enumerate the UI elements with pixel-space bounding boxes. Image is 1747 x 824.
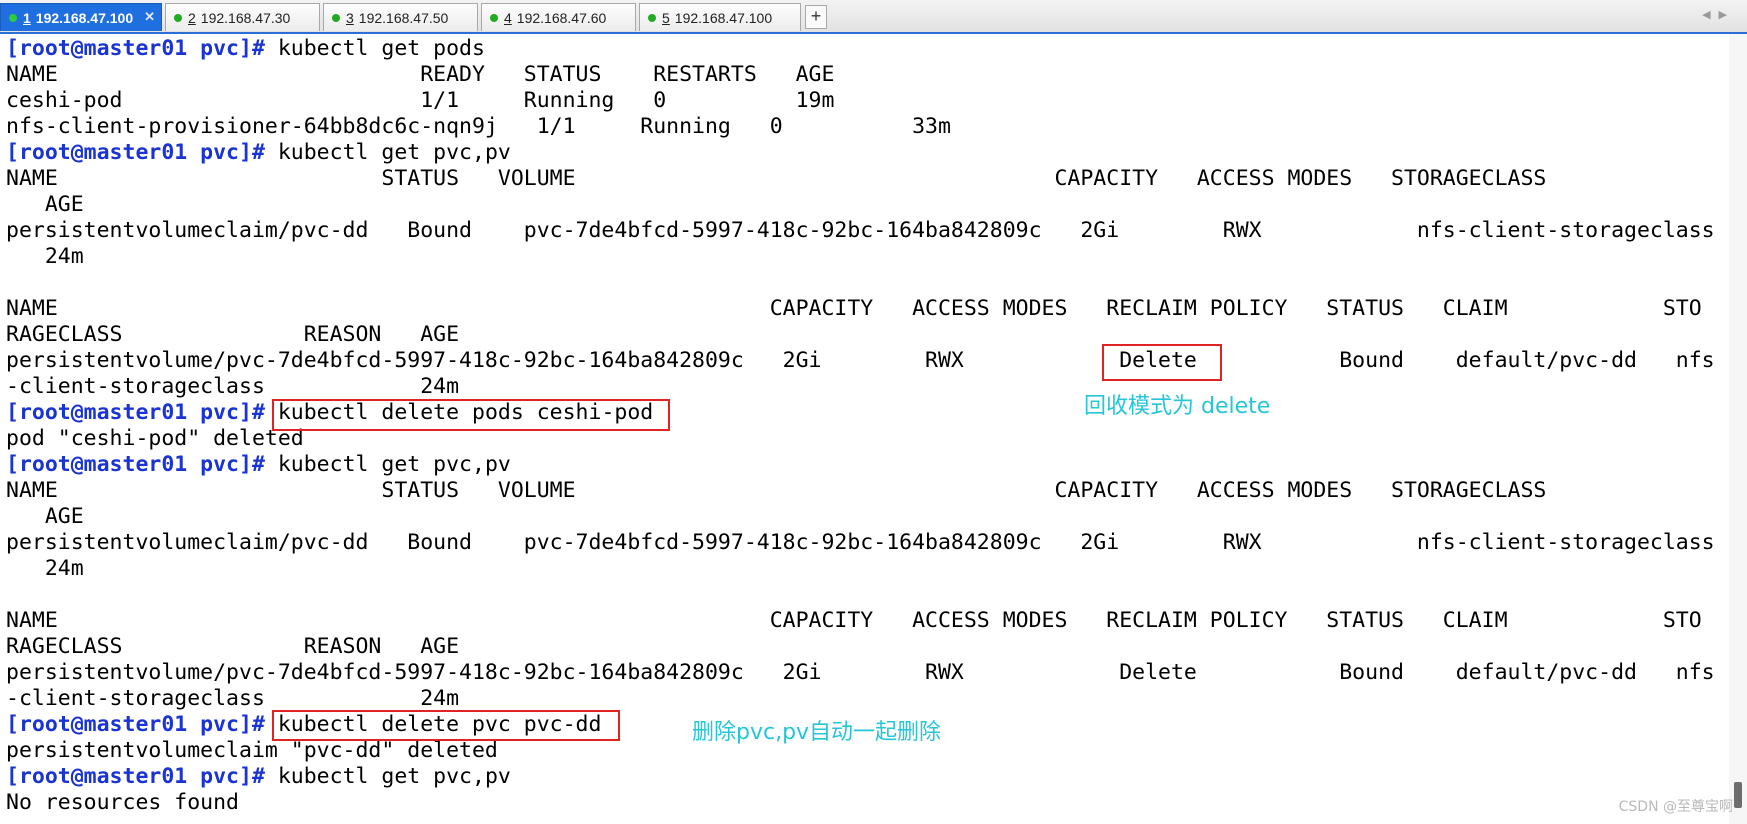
shell-prompt: [root@master01 pvc]#	[6, 452, 265, 477]
delete-pvc-command-highlight	[272, 710, 620, 741]
tab-session-1[interactable]: 1 192.168.47.100 ✕	[0, 3, 162, 31]
tab-scroll-arrows-icon[interactable]: ◀▶	[1702, 8, 1735, 21]
delete-pod-command-highlight	[272, 399, 670, 431]
output-text: -client-storageclass 24m	[6, 686, 460, 711]
output-text: No resources found	[6, 790, 239, 815]
reclaim-policy-highlight	[1102, 344, 1222, 381]
connected-status-icon	[490, 13, 498, 22]
tab-host: 192.168.47.60	[516, 9, 607, 26]
command-text: kubectl get pvc,pv	[277, 452, 511, 477]
output-line: NAME CAPACITY ACCESS MODES RECLAIM POLIC…	[6, 296, 1702, 322]
output-line: 24m	[6, 244, 84, 270]
connected-status-icon	[9, 13, 17, 22]
output-text: NAME READY STATUS RESTARTS AGE	[6, 62, 835, 87]
vertical-scrollbar[interactable]	[1729, 34, 1747, 824]
connected-status-icon	[648, 13, 656, 22]
command-line: [root@master01 pvc]# kubectl get pvc,pv	[6, 764, 511, 790]
output-text: persistentvolumeclaim/pvc-dd Bound pvc-7…	[6, 530, 1715, 555]
output-text: ceshi-pod 1/1 Running 0 19m	[6, 88, 835, 113]
tab-number: 1	[23, 9, 31, 26]
output-text: nfs-client-provisioner-64bb8dc6c-nqn9j 1…	[6, 114, 951, 139]
output-text: NAME CAPACITY ACCESS MODES RECLAIM POLIC…	[6, 296, 1702, 321]
command-line: [root@master01 pvc]# kubectl get pvc,pv	[6, 140, 511, 166]
output-line: pod "ceshi-pod" deleted	[6, 426, 304, 452]
reclaim-mode-annotation: 回收模式为 delete	[1084, 394, 1271, 419]
output-line: RAGECLASS REASON AGE	[6, 634, 459, 660]
tab-session-5[interactable]: 5 192.168.47.100	[639, 3, 801, 31]
output-line: persistentvolume/pvc-7de4bfcd-5997-418c-…	[6, 348, 1715, 374]
shell-prompt: [root@master01 pvc]#	[6, 140, 265, 165]
command-line: [root@master01 pvc]# kubectl get pods	[6, 36, 485, 62]
output-line: -client-storageclass 24m	[6, 686, 459, 712]
output-text: 24m	[6, 556, 84, 581]
tab-number: 2	[188, 9, 196, 26]
output-text: AGE	[6, 192, 84, 217]
output-text: NAME CAPACITY ACCESS MODES RECLAIM POLIC…	[6, 608, 1702, 633]
tab-number: 5	[662, 9, 670, 26]
output-line: ceshi-pod 1/1 Running 0 19m	[6, 88, 834, 114]
output-text: RAGECLASS REASON AGE	[6, 322, 460, 347]
output-line: persistentvolume/pvc-7de4bfcd-5997-418c-…	[6, 660, 1715, 686]
scrollbar-thumb[interactable]	[1734, 782, 1742, 808]
output-line: persistentvolumeclaim/pvc-dd Bound pvc-7…	[6, 530, 1715, 556]
shell-prompt: [root@master01 pvc]#	[6, 764, 265, 789]
output-text: NAME STATUS VOLUME CAPACITY ACCESS MODES…	[6, 166, 1547, 191]
output-text: persistentvolumeclaim "pvc-dd" deleted	[6, 738, 498, 763]
tab-host: 192.168.47.100	[35, 9, 134, 26]
output-line: NAME STATUS VOLUME CAPACITY ACCESS MODES…	[6, 478, 1546, 504]
close-tab-icon[interactable]: ✕	[144, 10, 155, 24]
command-text: kubectl get pvc,pv	[277, 764, 511, 789]
command-text: kubectl get pods	[277, 36, 485, 61]
output-line: persistentvolumeclaim "pvc-dd" deleted	[6, 738, 498, 764]
output-text: persistentvolume/pvc-7de4bfcd-5997-418c-…	[6, 348, 1715, 373]
terminal-output[interactable]: [root@master01 pvc]# kubectl get pods NAM…	[6, 36, 1726, 824]
tab-number: 4	[504, 9, 512, 26]
connected-status-icon	[174, 13, 182, 22]
output-line: AGE	[6, 192, 84, 218]
connected-status-icon	[332, 13, 340, 22]
watermark: CSDN @至尊宝啊	[1618, 799, 1733, 815]
output-line: 24m	[6, 556, 84, 582]
output-line: NAME READY STATUS RESTARTS AGE	[6, 62, 834, 88]
output-text: 24m	[6, 244, 84, 269]
output-line: No resources found	[6, 790, 239, 816]
shell-prompt: [root@master01 pvc]#	[6, 36, 265, 61]
tab-session-4[interactable]: 4 192.168.47.60	[481, 3, 636, 31]
output-line: NAME CAPACITY ACCESS MODES RECLAIM POLIC…	[6, 608, 1702, 634]
delete-cascade-annotation: 删除pvc,pv自动一起删除	[692, 720, 942, 745]
output-line: nfs-client-provisioner-64bb8dc6c-nqn9j 1…	[6, 114, 951, 140]
tab-session-2[interactable]: 2 192.168.47.30	[165, 3, 320, 31]
output-line: -client-storageclass 24m	[6, 374, 459, 400]
output-line: RAGECLASS REASON AGE	[6, 322, 459, 348]
shell-prompt: [root@master01 pvc]#	[6, 400, 265, 425]
output-text: RAGECLASS REASON AGE	[6, 634, 460, 659]
shell-prompt: [root@master01 pvc]#	[6, 712, 265, 737]
tab-host: 192.168.47.50	[358, 9, 449, 26]
session-tab-bar: 1 192.168.47.100 ✕ 2 192.168.47.30 3 192…	[0, 0, 1747, 34]
output-text: persistentvolume/pvc-7de4bfcd-5997-418c-…	[6, 660, 1715, 685]
output-text: persistentvolumeclaim/pvc-dd Bound pvc-7…	[6, 218, 1715, 243]
output-text: pod "ceshi-pod" deleted	[6, 426, 304, 451]
tab-host: 192.168.47.100	[674, 9, 773, 26]
output-text: NAME STATUS VOLUME CAPACITY ACCESS MODES…	[6, 478, 1547, 503]
output-line: NAME STATUS VOLUME CAPACITY ACCESS MODES…	[6, 166, 1546, 192]
command-text: kubectl get pvc,pv	[277, 140, 511, 165]
command-line: [root@master01 pvc]# kubectl get pvc,pv	[6, 452, 511, 478]
output-line: AGE	[6, 504, 84, 530]
output-line: persistentvolumeclaim/pvc-dd Bound pvc-7…	[6, 218, 1715, 244]
tab-host: 192.168.47.30	[200, 9, 291, 26]
tab-session-3[interactable]: 3 192.168.47.50	[323, 3, 478, 31]
tab-number: 3	[346, 9, 354, 26]
output-text: -client-storageclass 24m	[6, 374, 460, 399]
output-text: AGE	[6, 504, 84, 529]
new-tab-button[interactable]: +	[805, 5, 827, 29]
